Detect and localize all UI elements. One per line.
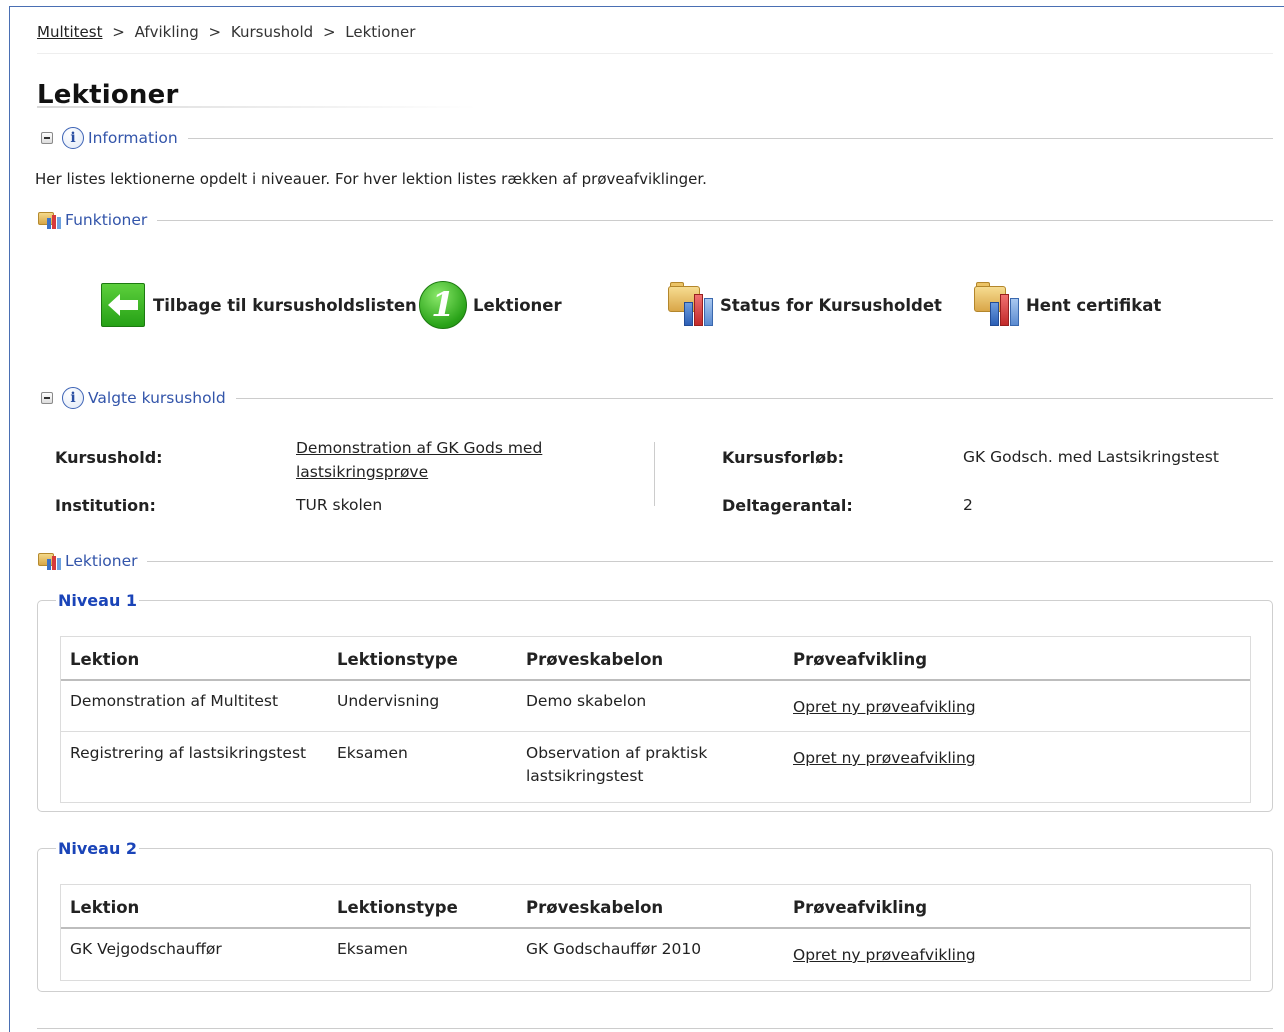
lesson-name: Demonstration af Multitest	[70, 692, 279, 710]
kursusforloeb-value: GK Godsch. med Lastsikringstest	[963, 448, 1219, 466]
lesson-type: Eksamen	[337, 744, 408, 762]
folder-chart-icon	[37, 209, 63, 231]
level-group: Niveau 1 Lektion Lektionstype Prøveskabe…	[37, 591, 1273, 812]
lessons-table: Lektion Lektionstype Prøveskabelon Prøve…	[60, 884, 1251, 981]
folder-chart-icon	[37, 550, 63, 572]
deltagerantal-label: Deltagerantal:	[722, 496, 853, 515]
collapse-toggle-icon[interactable]	[41, 132, 53, 144]
lesson-type: Undervisning	[337, 692, 440, 710]
selected-course-section-header: i Valgte kursushold	[37, 387, 1273, 409]
kursusforloeb-label: Kursusforløb:	[722, 448, 845, 467]
arrow-left-icon	[101, 283, 145, 327]
column-header-proeveafvikling: Prøveafvikling	[793, 650, 928, 669]
table-row: Registrering af lastsikringstest Eksamen…	[61, 732, 1250, 802]
level-title: Niveau 2	[58, 839, 138, 858]
bottom-divider	[37, 1028, 1273, 1029]
lessons-section-header: Lektioner	[37, 550, 1273, 572]
table-row: Demonstration af Multitest Undervisning …	[61, 681, 1250, 732]
lessons-section-label: Lektioner	[65, 552, 138, 570]
breadcrumb: Multitest > Afvikling > Kursushold > Lek…	[37, 23, 415, 41]
column-header-lektion: Lektion	[70, 650, 140, 669]
breadcrumb-divider	[37, 53, 1273, 54]
lesson-type: Eksamen	[337, 940, 408, 958]
information-section-label: Information	[88, 129, 178, 147]
breadcrumb-kursushold: Kursushold	[230, 23, 314, 41]
table-header-row: Lektion Lektionstype Prøveskabelon Prøve…	[61, 885, 1250, 929]
column-header-lektionstype: Lektionstype	[337, 898, 458, 917]
details-divider	[654, 442, 655, 506]
kursushold-link-line1[interactable]: Demonstration af GK Gods med	[296, 439, 542, 457]
section-divider	[187, 137, 1273, 139]
kursushold-label: Kursushold:	[55, 448, 163, 467]
get-certificate-button-label: Hent certifikat	[1026, 295, 1162, 315]
back-to-course-list-button[interactable]: Tilbage til kursusholdslisten	[101, 283, 417, 327]
course-status-button[interactable]: Status for Kursusholdet	[666, 280, 942, 330]
kursushold-link[interactable]: Demonstration af GK Gods med lastsikring…	[296, 436, 542, 484]
column-header-proeveafvikling: Prøveafvikling	[793, 898, 928, 917]
folder-chart-icon	[972, 280, 1024, 330]
level-group: Niveau 2 Lektion Lektionstype Prøveskabe…	[37, 839, 1273, 992]
title-underline	[37, 106, 477, 108]
table-header-row: Lektion Lektionstype Prøveskabelon Prøve…	[61, 637, 1250, 681]
create-test-run-link[interactable]: Opret ny prøveafvikling	[793, 747, 976, 770]
back-button-label: Tilbage til kursusholdslisten	[153, 295, 417, 315]
lessons-table: Lektion Lektionstype Prøveskabelon Prøve…	[60, 636, 1251, 803]
kursushold-link-line2[interactable]: lastsikringsprøve	[296, 463, 428, 481]
functions-section-header: Funktioner	[37, 209, 1273, 231]
selected-course-section-label: Valgte kursushold	[88, 389, 226, 407]
info-icon: i	[62, 127, 84, 149]
breadcrumb-multitest-link[interactable]: Multitest	[37, 23, 102, 41]
breadcrumb-separator: >	[208, 23, 222, 41]
breadcrumb-lektioner: Lektioner	[345, 23, 416, 41]
course-status-button-label: Status for Kursusholdet	[720, 295, 942, 315]
information-section-header: i Information	[37, 127, 1273, 149]
test-template-line2: lastsikringstest	[526, 767, 644, 785]
column-header-proeveskabelon: Prøveskabelon	[526, 650, 664, 669]
test-template-line1: Observation af praktisk	[526, 744, 708, 762]
folder-chart-icon	[666, 280, 718, 330]
lessons-button[interactable]: 1 Lektioner	[419, 281, 562, 329]
section-divider	[157, 219, 1273, 221]
column-header-lektion: Lektion	[70, 898, 140, 917]
breadcrumb-separator: >	[112, 23, 125, 41]
functions-section-label: Funktioner	[65, 211, 148, 229]
test-template: GK Godschauffør 2010	[526, 940, 702, 958]
table-row: GK Vejgodschauffør Eksamen GK Godschauff…	[61, 929, 1250, 980]
info-icon: i	[62, 387, 84, 409]
institution-value: TUR skolen	[296, 496, 383, 514]
get-certificate-button[interactable]: Hent certifikat	[972, 280, 1161, 330]
test-template: Observation af praktisk lastsikringstest	[526, 742, 776, 788]
column-header-lektionstype: Lektionstype	[337, 650, 458, 669]
breadcrumb-afvikling: Afvikling	[134, 23, 199, 41]
collapse-toggle-icon[interactable]	[41, 392, 53, 404]
create-test-run-link[interactable]: Opret ny prøveafvikling	[793, 944, 976, 967]
test-template: Demo skabelon	[526, 692, 647, 710]
deltagerantal-value: 2	[963, 496, 973, 514]
section-divider	[235, 397, 1273, 399]
breadcrumb-separator: >	[322, 23, 336, 41]
create-test-run-link[interactable]: Opret ny prøveafvikling	[793, 696, 976, 719]
level-title: Niveau 1	[58, 591, 138, 610]
number-one-icon: 1	[419, 281, 467, 329]
information-text: Her listes lektionerne opdelt i niveauer…	[35, 170, 707, 188]
column-header-proeveskabelon: Prøveskabelon	[526, 898, 664, 917]
lesson-name: Registrering af lastsikringstest	[70, 744, 307, 762]
institution-label: Institution:	[55, 496, 156, 515]
lessons-button-label: Lektioner	[473, 295, 562, 315]
section-divider	[147, 560, 1273, 562]
lesson-name: GK Vejgodschauffør	[70, 940, 222, 958]
